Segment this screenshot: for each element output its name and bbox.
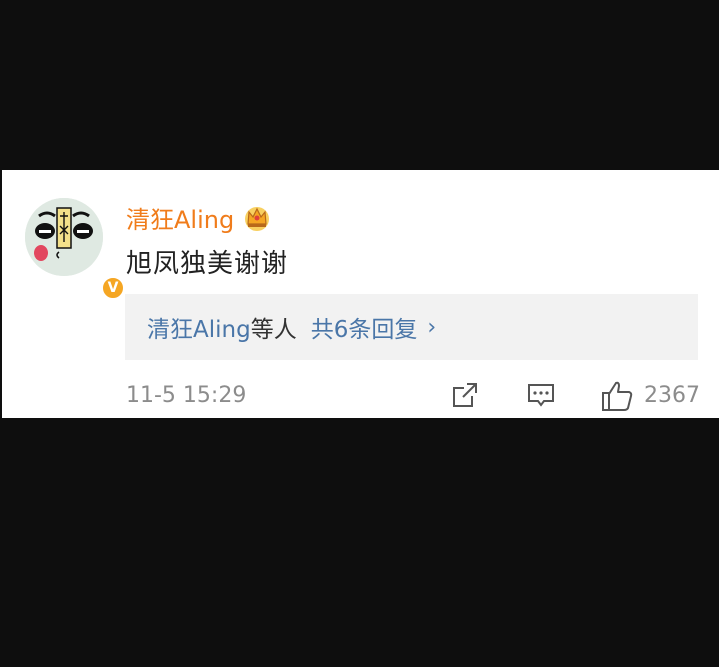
verified-badge: V [101, 276, 125, 300]
chevron-right-icon: › [427, 314, 437, 340]
reply-users[interactable]: 清狂Aling [147, 310, 251, 344]
avatar-image [25, 198, 103, 276]
avatar[interactable]: V [25, 198, 125, 300]
replies-preview[interactable]: 清狂Aling 等人 共6条回复 › [125, 294, 698, 360]
timestamp: 11-5 15:29 [126, 383, 247, 408]
comment-text: 旭凤独美谢谢 [126, 249, 289, 279]
like-icon[interactable] [600, 380, 636, 416]
reply-count-link[interactable]: 共6条回复 [311, 310, 418, 344]
comment-footer: 11-5 15:29 2367 [126, 380, 700, 412]
like-count: 2367 [644, 383, 700, 408]
reply-icon[interactable] [526, 380, 556, 414]
username-row: 清狂Aling [126, 200, 272, 235]
comment-card: V 清狂Aling 旭凤独美谢谢 清狂Aling 等人 共6条回复 › 11-5… [2, 170, 719, 418]
crown-icon [242, 204, 272, 232]
reply-others: 等人 [250, 317, 297, 343]
username[interactable]: 清狂Aling [126, 200, 234, 235]
share-icon[interactable] [450, 380, 480, 414]
